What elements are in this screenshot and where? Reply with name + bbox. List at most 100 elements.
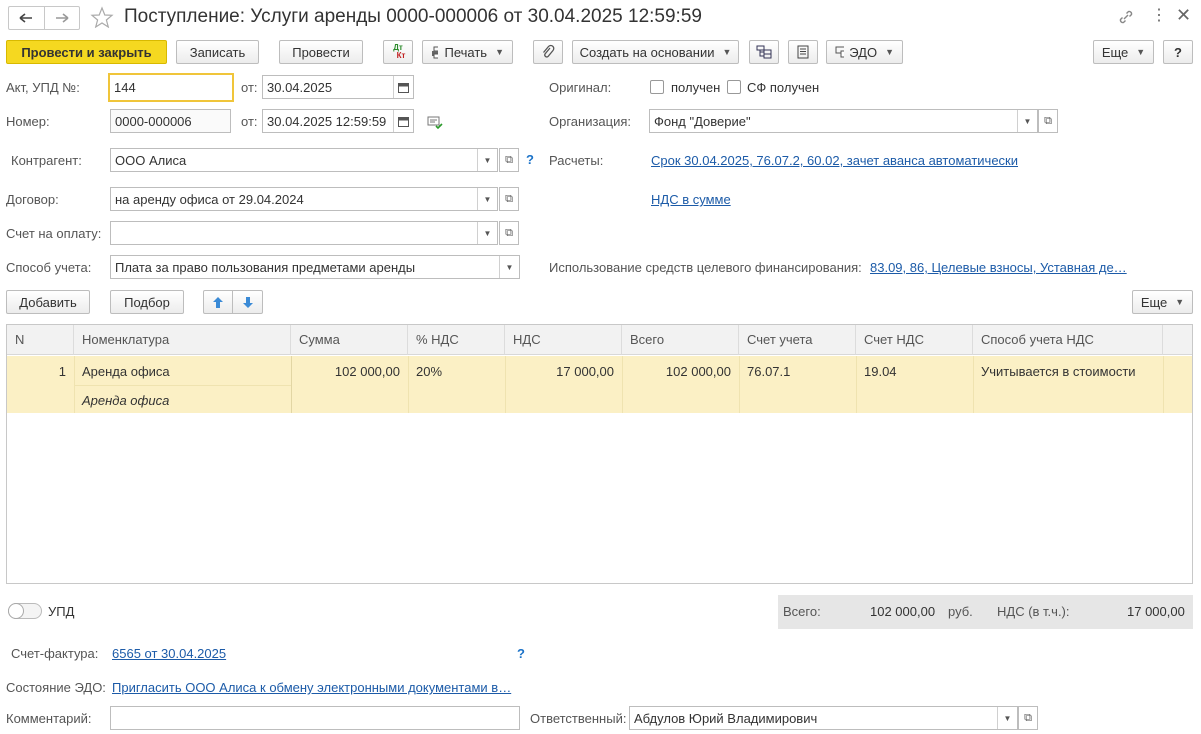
calendar-icon[interactable]: [393, 110, 413, 132]
chevron-down-icon[interactable]: ▼: [477, 188, 497, 210]
move-buttons: [203, 290, 263, 314]
invoice-open-button[interactable]: ⧉: [499, 221, 519, 245]
close-icon[interactable]: ✕: [1176, 5, 1191, 25]
table-more-button[interactable]: Еще ▼: [1132, 290, 1193, 314]
col-header-vat-rate[interactable]: % НДС: [408, 325, 505, 355]
chevron-down-icon[interactable]: ▼: [1017, 110, 1037, 132]
cell-vat-account: 19.04: [864, 364, 897, 379]
goods-table: N Номенклатура Сумма % НДС НДС Всего Сче…: [6, 324, 1193, 584]
help-button[interactable]: ?: [1163, 40, 1193, 64]
upd-toggle[interactable]: [8, 603, 42, 619]
edo-button[interactable]: ЭДО ▼: [826, 40, 903, 64]
contractor-input[interactable]: ООО Алиса ▼: [110, 148, 498, 172]
window-menu-icon[interactable]: ⋮: [1151, 6, 1167, 26]
select-items-button[interactable]: Подбор: [110, 290, 184, 314]
open-icon: ⧉: [1024, 711, 1032, 724]
act-label: Акт, УПД №:: [6, 80, 80, 95]
number-input[interactable]: 0000-000006: [110, 109, 231, 133]
org-input[interactable]: Фонд "Доверие" ▼: [649, 109, 1038, 133]
move-down-button[interactable]: [233, 291, 262, 313]
print-label: Печать: [444, 44, 488, 60]
star-icon[interactable]: [90, 6, 114, 28]
col-header-item[interactable]: Номенклатура: [74, 325, 291, 355]
link-icon[interactable]: [1117, 8, 1135, 26]
chevron-down-icon[interactable]: ▼: [499, 256, 519, 278]
open-icon: ⧉: [505, 226, 513, 239]
cell-vat-method: Учитывается в стоимости: [981, 364, 1136, 379]
open-icon: ⧉: [505, 153, 513, 166]
add-row-button[interactable]: Добавить: [6, 290, 90, 314]
responsible-open-button[interactable]: ⧉: [1018, 706, 1038, 730]
forward-button[interactable]: [45, 7, 80, 29]
edo-invite-link[interactable]: Пригласить ООО Алиса к обмену электронны…: [112, 680, 511, 695]
save-button[interactable]: Записать: [176, 40, 259, 64]
arrow-up-icon: [213, 296, 223, 308]
org-open-button[interactable]: ⧉: [1038, 109, 1058, 133]
col-header-vat-method[interactable]: Способ учета НДС: [973, 325, 1163, 355]
act-date-input[interactable]: 30.04.2025: [262, 75, 414, 99]
currency-label: руб.: [948, 604, 973, 619]
funding-label: Использование средств целевого финансиро…: [549, 260, 862, 275]
vat-in-sum-link[interactable]: НДС в сумме: [651, 192, 731, 207]
number-edit-icon[interactable]: [427, 116, 443, 130]
structure-button[interactable]: [749, 40, 779, 64]
org-label: Организация:: [549, 114, 632, 129]
col-header-vat-account[interactable]: Счет НДС: [856, 325, 973, 355]
report-button[interactable]: [788, 40, 818, 64]
edo-icon: [835, 46, 845, 58]
contractor-open-button[interactable]: ⧉: [499, 148, 519, 172]
sf-help-icon[interactable]: ?: [517, 646, 525, 661]
number-date-from-label: от:: [241, 114, 258, 129]
received-checkbox[interactable]: [650, 80, 664, 94]
col-header-total[interactable]: Всего: [622, 325, 739, 355]
chevron-down-icon[interactable]: ▼: [477, 149, 497, 171]
move-up-button[interactable]: [204, 291, 233, 313]
act-number-input[interactable]: 144: [108, 73, 234, 102]
post-button[interactable]: Провести: [279, 40, 363, 64]
contract-open-button[interactable]: ⧉: [499, 187, 519, 211]
dtkt-icon: Дт Кт: [393, 43, 406, 60]
chevron-down-icon[interactable]: ▼: [477, 222, 497, 244]
sf-link[interactable]: 6565 от 30.04.2025: [112, 646, 226, 661]
post-and-close-button[interactable]: Провести и закрыть: [6, 40, 167, 64]
open-icon: ⧉: [505, 192, 513, 205]
vat-total-label: НДС (в т.ч.):: [997, 604, 1070, 619]
attach-button[interactable]: [533, 40, 563, 64]
col-header-vat[interactable]: НДС: [505, 325, 622, 355]
invoice-label: Счет на оплату:: [6, 226, 102, 241]
chevron-down-icon[interactable]: ▼: [997, 707, 1017, 729]
dtkt-button[interactable]: Дт Кт: [383, 40, 413, 64]
back-button[interactable]: [9, 7, 45, 29]
col-header-account[interactable]: Счет учета: [739, 325, 856, 355]
contractor-label: Контрагент:: [11, 153, 82, 168]
paperclip-icon: [543, 44, 555, 58]
settlements-link[interactable]: Срок 30.04.2025, 76.07.2, 60.02, зачет а…: [651, 153, 1018, 168]
chevron-down-icon: ▼: [1175, 297, 1185, 307]
total-value: 102 000,00: [870, 604, 936, 619]
sf-received-checkbox[interactable]: [727, 80, 741, 94]
print-button[interactable]: Печать ▼: [422, 40, 513, 64]
contractor-help-icon[interactable]: ?: [526, 152, 534, 167]
col-header-sum[interactable]: Сумма: [291, 325, 408, 355]
col-header-n[interactable]: N: [7, 325, 74, 355]
method-label: Способ учета:: [6, 260, 92, 275]
comment-input[interactable]: [110, 706, 520, 730]
calendar-icon[interactable]: [393, 76, 413, 98]
act-date-from-label: от:: [241, 80, 258, 95]
cell-vat-rate: 20%: [416, 364, 443, 379]
cell-item-sub: Аренда офиса: [82, 393, 170, 408]
sf-received-label: СФ получен: [747, 80, 820, 95]
method-select[interactable]: Плата за право пользования предметами ар…: [110, 255, 520, 279]
document-list-icon: [797, 45, 809, 59]
invoice-input[interactable]: ▼: [110, 221, 498, 245]
structure-icon: [756, 45, 772, 59]
nav-back-forward: [8, 6, 80, 30]
more-button[interactable]: Еще ▼: [1093, 40, 1154, 64]
create-based-button[interactable]: Создать на основании ▼: [572, 40, 739, 64]
responsible-input[interactable]: Абдулов Юрий Владимирович ▼: [629, 706, 1018, 730]
number-date-input[interactable]: 30.04.2025 12:59:59: [262, 109, 414, 133]
chevron-down-icon: ▼: [885, 47, 894, 57]
open-icon: ⧉: [1044, 114, 1052, 127]
contract-input[interactable]: на аренду офиса от 29.04.2024 ▼: [110, 187, 498, 211]
funding-link[interactable]: 83.09, 86, Целевые взносы, Уставная де…: [870, 260, 1127, 275]
